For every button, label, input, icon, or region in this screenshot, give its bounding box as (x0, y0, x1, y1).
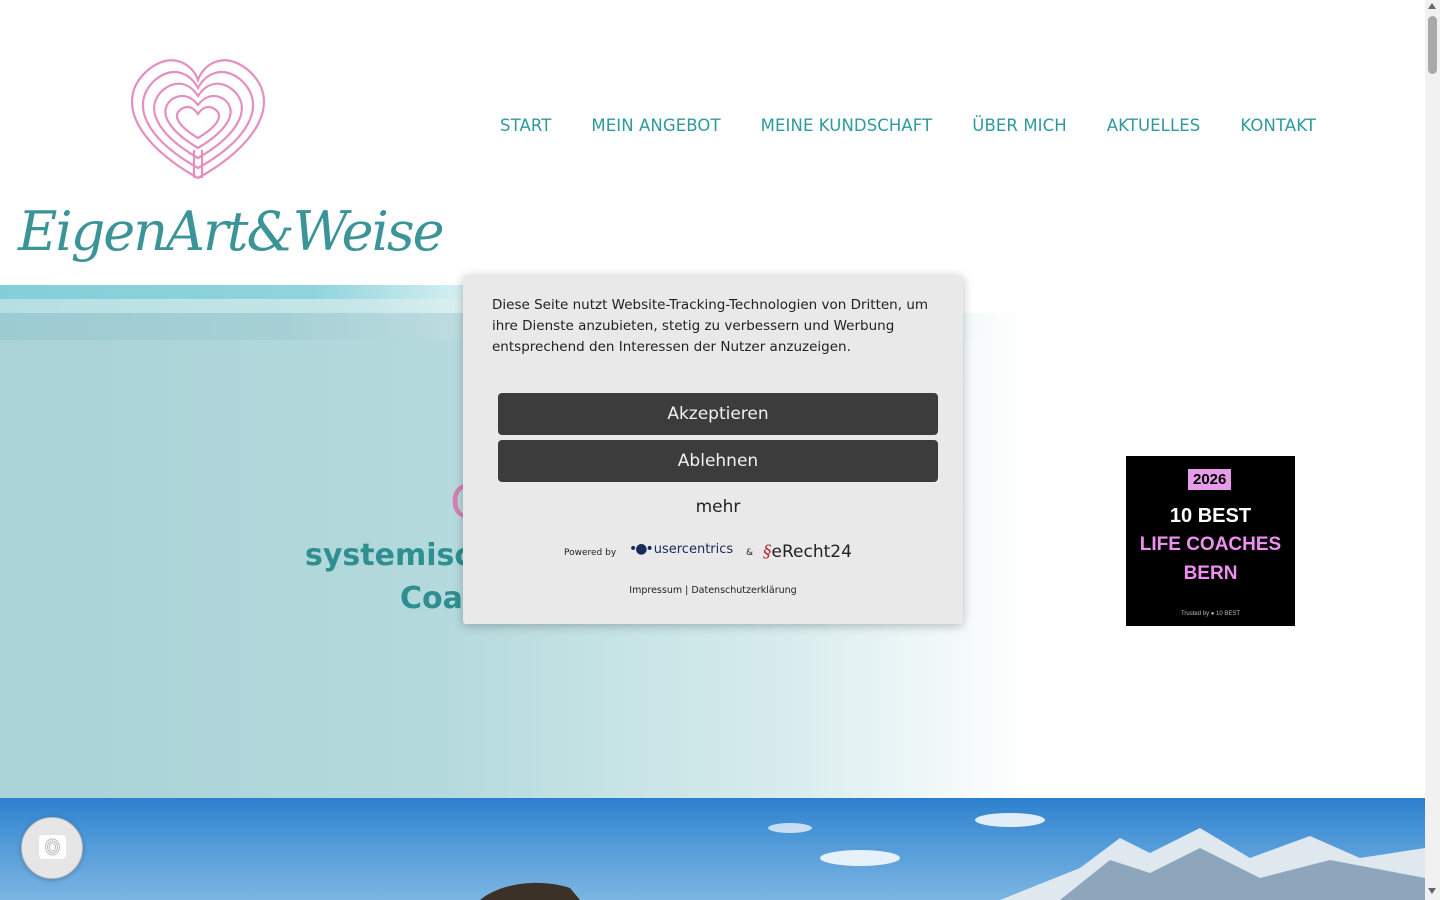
nav-item-aktuelles[interactable]: AKTUELLES (1107, 116, 1201, 135)
main-navigation: START MEIN ANGEBOT MEINE KUNDSCHAFT ÜBER… (500, 116, 1316, 135)
logo-wordmark: EigenArt&Weise (18, 200, 445, 263)
fingerprint-glyph-icon (45, 838, 60, 856)
ampersand: & (746, 548, 754, 558)
fingerprint-icon (39, 835, 66, 859)
badge-line2: LIFE COACHES (1139, 534, 1282, 555)
erecht24-mark-icon: § (763, 542, 772, 562)
legal-links[interactable]: Impressum | Datenschutzerklärung (463, 585, 963, 596)
powered-by-label: Powered by (564, 548, 617, 558)
scrollbar-thumb[interactable] (1428, 16, 1437, 74)
usercentrics-label: usercentrics (653, 542, 734, 557)
usercentrics-dots-icon: •●• (629, 541, 654, 557)
cookie-consent-dialog: Diese Seite nutzt Website-Tracking-Techn… (463, 275, 963, 624)
usercentrics-logo[interactable]: •●• usercentrics (629, 541, 733, 557)
scroll-down-arrow-icon[interactable] (1428, 888, 1436, 894)
nav-item-kontakt[interactable]: KONTAKT (1240, 116, 1316, 135)
nav-item-start[interactable]: START (500, 116, 551, 135)
erecht24-label: eRecht24 (771, 542, 852, 562)
badge-trust: Trusted by ● 10 BEST (1180, 611, 1241, 617)
award-badge[interactable]: 2026 10 BEST LIFE COACHES BERN Trusted b… (1126, 456, 1295, 626)
site-logo[interactable]: EigenArt&Weise (18, 50, 445, 263)
decline-button[interactable]: Ablehnen (498, 440, 938, 482)
hero-photo (0, 798, 1425, 900)
cookie-consent-text: Diese Seite nutzt Website-Tracking-Techn… (492, 297, 929, 355)
scroll-up-arrow-icon[interactable] (1428, 3, 1436, 9)
mountain-image (480, 813, 1425, 900)
accept-button[interactable]: Akzeptieren (498, 393, 938, 435)
page-scrollbar[interactable] (1425, 0, 1440, 900)
more-link[interactable]: mehr (498, 497, 938, 517)
badge-line1: 10 BEST (1169, 505, 1252, 527)
nav-item-mein-angebot[interactable]: MEIN ANGEBOT (591, 116, 720, 135)
badge-year: 2026 (1188, 469, 1232, 490)
badge-line3: BERN (1183, 563, 1238, 584)
nav-item-meine-kundschaft[interactable]: MEINE KUNDSCHAFT (761, 116, 933, 135)
nav-item-ueber-mich[interactable]: ÜBER MICH (972, 116, 1066, 135)
erecht24-logo[interactable]: §eRecht24 (763, 542, 852, 562)
privacy-settings-button[interactable] (21, 817, 83, 879)
